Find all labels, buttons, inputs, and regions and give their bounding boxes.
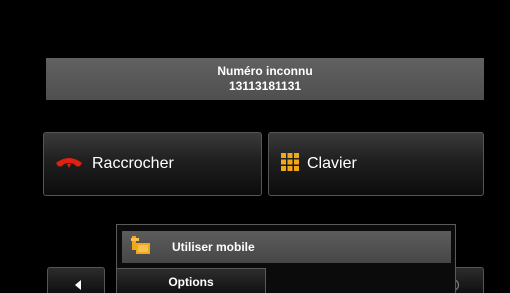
arrow-left-icon xyxy=(75,280,81,290)
caller-name: Numéro inconnu xyxy=(217,64,313,78)
caller-banner: Numéro inconnu 13113181131 xyxy=(46,58,484,100)
use-mobile-option[interactable]: Utiliser mobile xyxy=(122,231,451,263)
keypad-grid-icon xyxy=(281,152,299,176)
call-screen: Numéro inconnu 13113181131 Raccrocher Cl… xyxy=(0,0,510,293)
options-label: Options xyxy=(168,275,214,289)
previous-button[interactable] xyxy=(47,267,105,293)
options-tab[interactable]: Options xyxy=(116,268,266,293)
hangup-label: Raccrocher xyxy=(92,155,174,172)
keypad-button[interactable]: Clavier xyxy=(268,132,484,196)
mobile-device-icon xyxy=(130,235,152,259)
caller-number: 13113181131 xyxy=(228,79,302,93)
hangup-button[interactable]: Raccrocher xyxy=(43,132,262,196)
phone-hangup-icon xyxy=(54,155,84,174)
use-mobile-label: Utiliser mobile xyxy=(172,240,255,254)
keypad-label: Clavier xyxy=(307,155,357,172)
